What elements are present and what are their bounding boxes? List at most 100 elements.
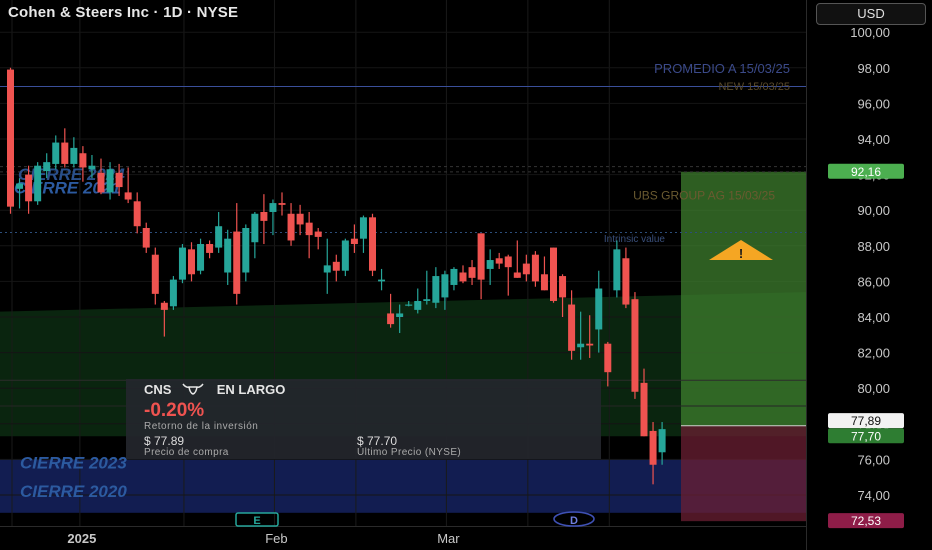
position-card: CNS EN LARGO -0.20% Retorno de la invers… xyxy=(126,379,601,459)
stop-price-badge: 72,53 xyxy=(828,513,904,529)
earnings-marker-label: E xyxy=(253,515,260,527)
position-direction: EN LARGO xyxy=(216,382,286,397)
candle-body xyxy=(25,174,33,202)
candle-body xyxy=(151,254,159,294)
candle-body xyxy=(124,192,132,200)
price-axis: 74,0076,0078,0080,0082,0084,0086,0088,00… xyxy=(806,0,932,550)
candle-body xyxy=(224,238,232,273)
candle-body xyxy=(432,276,440,303)
candle-body xyxy=(16,183,24,189)
candle-body xyxy=(296,213,304,225)
candle xyxy=(369,213,376,277)
candle-body xyxy=(513,272,521,278)
candle-body xyxy=(197,244,205,271)
candle-body xyxy=(550,247,557,301)
candle-body xyxy=(34,165,42,202)
annotation-promedio: PROMEDIO A 15/03/25 xyxy=(654,61,790,76)
candle-body xyxy=(369,217,376,271)
candle-body xyxy=(522,263,530,275)
price-tick-label: 74,00 xyxy=(857,488,890,503)
candle-body xyxy=(568,304,576,351)
candle-body xyxy=(658,429,666,453)
candle-body xyxy=(169,279,177,307)
currency-button[interactable]: USD xyxy=(816,3,926,25)
position-ticker: CNS xyxy=(144,382,172,397)
annotation-new: NEW 15/03/25 xyxy=(718,81,790,93)
profit-zone xyxy=(681,171,806,426)
candle xyxy=(531,251,539,287)
annotation-intrinsic: Intrinsic value xyxy=(604,234,666,245)
candle-body xyxy=(52,142,60,164)
candle-body xyxy=(577,343,585,348)
price-tick-label: 94,00 xyxy=(857,132,890,147)
candle-body xyxy=(341,240,349,271)
price-tick-label: 84,00 xyxy=(857,310,890,325)
candle-body xyxy=(540,274,548,291)
candle-body xyxy=(504,256,512,268)
candle-body xyxy=(97,172,105,193)
candle-body xyxy=(178,247,186,280)
candle-body xyxy=(61,142,69,164)
buy-price: $ 77.89 xyxy=(144,434,185,448)
annotation-ubs: UBS GROUP AG 15/03/25 xyxy=(633,189,775,203)
return-label: Retorno de la inversión xyxy=(144,421,259,432)
candle-body xyxy=(70,147,78,164)
candle-body xyxy=(486,260,494,269)
candle-body xyxy=(88,165,96,170)
candle xyxy=(178,244,186,284)
time-tick-label: Mar xyxy=(437,531,460,546)
last-price: $ 77.70 xyxy=(357,434,398,448)
position-zones: ! xyxy=(681,171,806,522)
bull-icon xyxy=(181,382,205,399)
time-tick-label: 2025 xyxy=(67,531,96,546)
candle-body xyxy=(305,222,313,236)
candle-body xyxy=(459,272,467,282)
candle-body xyxy=(43,162,51,172)
candle-body xyxy=(133,201,141,227)
target-price-badge: 92,16 xyxy=(828,163,904,179)
time-tick-label: Feb xyxy=(265,531,287,546)
price-tick-label: 82,00 xyxy=(857,346,890,361)
price-tick-label: 98,00 xyxy=(857,61,890,76)
candle-body xyxy=(414,300,422,310)
candle-body xyxy=(188,249,195,275)
price-chart[interactable]: ! PROMEDIO A 15/03/25 NEW 15/03/25 CIERRE … xyxy=(0,0,932,550)
candle-body xyxy=(79,153,87,168)
candle-body xyxy=(595,288,603,330)
candle-body xyxy=(640,382,648,437)
price-tick-label: 96,00 xyxy=(857,96,890,111)
return-percent: -0.20% xyxy=(144,400,205,421)
entry-price-badge: 77,89 xyxy=(828,413,904,429)
candle-body xyxy=(450,268,458,285)
last-price-badge: 77,70 xyxy=(828,428,904,444)
candle-body xyxy=(631,299,639,392)
candle xyxy=(341,238,349,277)
warning-glyph: ! xyxy=(739,246,743,261)
candle-body xyxy=(142,228,150,248)
candle-body xyxy=(323,265,331,273)
candle-body xyxy=(251,213,259,243)
candle-body xyxy=(559,276,567,298)
candle-body xyxy=(7,69,14,207)
loss-zone xyxy=(681,425,806,522)
buy-price-label: Precio de compra xyxy=(144,447,229,458)
candle-body xyxy=(350,238,358,245)
candle-body xyxy=(468,267,476,278)
candle-body xyxy=(495,258,503,264)
last-price-label: Último Precio (NYSE) xyxy=(357,447,462,458)
price-tick-label: 80,00 xyxy=(857,381,890,396)
candle-body xyxy=(622,258,630,305)
price-tick-label: 76,00 xyxy=(857,452,890,467)
candle-body xyxy=(604,343,612,373)
candle xyxy=(7,67,14,214)
candle-body xyxy=(649,430,657,465)
candle-body xyxy=(269,203,277,212)
candle-body xyxy=(314,231,322,237)
dividend-marker-label: D xyxy=(570,515,578,527)
stop-price-badge-text: 72,53 xyxy=(851,514,881,528)
candle-body xyxy=(287,213,295,241)
price-tick-label: 88,00 xyxy=(857,239,890,254)
target-price-badge-text: 92,16 xyxy=(851,165,881,179)
candle-body xyxy=(206,244,214,253)
candle-body xyxy=(106,169,114,193)
